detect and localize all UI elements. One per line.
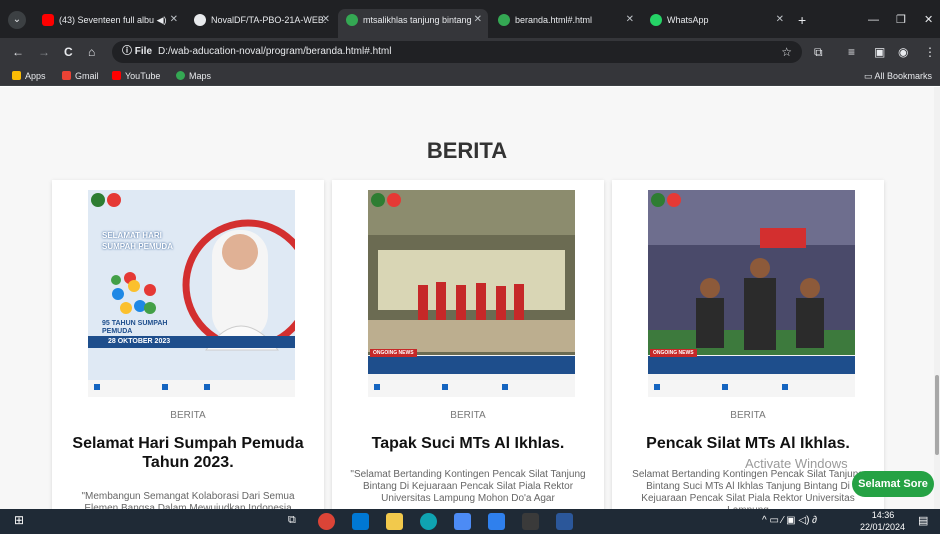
forward-button[interactable]: → [38,43,50,61]
section-title: BERITA [426,138,508,163]
news-image[interactable]: ONGOING NEWS [368,190,575,397]
file-explorer-icon[interactable] [386,513,403,530]
card-description: "Selamat Bertanding Kontingen Pencak Sil… [350,469,586,504]
tab-github[interactable]: NovalDF/TA-PBO-21A-WEB. ✕ [186,9,336,31]
tab-title: WhatsApp [667,15,709,25]
poster-subheading: 95 TAHUN SUMPAH PEMUDA [102,320,168,335]
notification-icon[interactable]: ▤ [918,514,928,527]
apps-icon [12,71,21,81]
bookmark-gmail[interactable]: Gmail [62,66,99,86]
folder-icon: ▭ [864,71,875,81]
youtube-icon [112,71,121,81]
windows-start-icon[interactable]: ⊞ [14,513,24,527]
card-title[interactable]: Pencak Silat MTs Al Ikhlas. [626,434,870,453]
back-button[interactable]: ← [12,43,24,61]
clock-date[interactable]: 22/01/2024 [860,522,905,532]
poster-date: 28 OKTOBER 2023 [108,338,171,345]
bookmark-apps[interactable]: Apps [12,66,46,86]
app-icon[interactable] [454,513,471,530]
url-text: D:/wab-aducation-noval/program/beranda.h… [158,46,392,57]
clock-time[interactable]: 14:36 [868,510,898,520]
pencak-silat-photo [648,190,855,397]
close-icon[interactable]: ✕ [170,9,178,31]
bookmark-label: Maps [189,71,212,81]
bookmark-star-icon[interactable]: ☆ [781,41,792,63]
tab-strip: ⌄ (43) Seventeen full albu ◀) ✕ NovalDF/… [0,0,940,38]
gmail-icon [62,71,71,81]
windows-taskbar: ⊞ ⧉ ^ ▭ ⁄ ▣ ◁) ∂ 14:36 22/01/2024 ▤ [0,509,940,534]
home-button[interactable]: ⌂ [88,43,95,61]
youtube-icon [42,13,54,26]
chrome-icon[interactable] [318,513,335,530]
bookmark-youtube[interactable]: YouTube [112,66,160,86]
tapak-suci-photo [368,190,575,397]
file-chip[interactable]: ⓘ File [122,46,152,57]
bookmarks-bar: Apps Gmail YouTube Maps ▭ All Bookmarks [0,66,940,86]
bookmark-label: YouTube [125,71,161,81]
news-card[interactable]: ONGOING NEWS BERITA Tapak Suci MTs Al Ik… [332,180,604,509]
sumpah-pemuda-poster [88,190,295,397]
bookmark-maps[interactable]: Maps [176,66,211,86]
github-icon [194,13,206,26]
address-bar[interactable]: ⓘ File D:/wab-aducation-noval/program/ber… [112,41,802,63]
speaker-icon: ◀) [156,15,167,25]
card-category: BERITA [730,410,766,421]
browser-toolbar: ← → C ⌂ ⓘ File D:/wab-aducation-noval/pro… [0,38,940,66]
tab-title: (43) Seventeen full albu [59,15,155,25]
task-view-icon[interactable]: ⧉ [288,514,296,527]
news-image[interactable]: ONGOING NEWS [648,190,855,397]
site-icon [346,13,358,26]
side-panel-icon[interactable]: ▣ [874,43,885,61]
terminal-icon[interactable] [522,513,539,530]
card-title[interactable]: Tapak Suci MTs Al Ikhlas. [346,434,590,453]
reading-list-icon[interactable]: ≡ [848,43,855,61]
close-icon[interactable]: ✕ [626,9,634,31]
activate-windows-watermark: Activate Windows [745,456,848,471]
close-icon[interactable]: ✕ [776,9,784,31]
poster-heading: SELAMAT HARI SUMPAH PEMUDA [102,231,173,251]
tab-whatsapp[interactable]: WhatsApp ✕ [642,9,790,31]
restore-button[interactable]: ❐ [896,9,906,31]
minimize-button[interactable]: — [868,9,879,31]
tab-title: mtsalikhlas tanjung bintang [363,15,472,25]
card-description: "Membangun Semangat Kolaborasi Dari Semu… [81,491,295,509]
bookmark-label: Gmail [75,71,99,81]
whatsapp-icon [650,13,662,26]
card-category: BERITA [450,410,486,421]
close-icon[interactable]: ✕ [322,9,330,31]
tab-title: NovalDF/TA-PBO-21A-WEB. [211,15,327,25]
card-title[interactable]: Selamat Hari Sumpah Pemuda Tahun 2023. [66,434,310,472]
site-icon [498,13,510,26]
news-card[interactable]: SELAMAT HARI SUMPAH PEMUDA 95 TAHUN SUMP… [52,180,324,509]
extensions-icon[interactable]: ⧉ [814,43,823,61]
all-bookmarks-button[interactable]: ▭ All Bookmarks [864,66,932,86]
card-description: Selamat Bertanding Kontingen Pencak Sila… [632,469,864,509]
tab-title: beranda.html#.html [515,15,593,25]
scrollbar-thumb[interactable] [935,375,939,455]
news-image[interactable]: SELAMAT HARI SUMPAH PEMUDA 95 TAHUN SUMP… [88,190,295,397]
profile-avatar[interactable]: ◉ [898,43,908,61]
tab-mtsalikhlas[interactable]: mtsalikhlas tanjung bintang ✕ [338,9,488,38]
system-tray[interactable]: ^ ▭ ⁄ ▣ ◁) ∂ [762,515,817,526]
maps-icon [176,71,185,81]
poster-badge: ONGOING NEWS [370,349,417,357]
store-icon[interactable] [352,513,369,530]
bookmark-label: Apps [25,71,46,81]
edge-icon[interactable] [420,513,437,530]
vscode-icon[interactable] [488,513,505,530]
page-viewport: BERITA SELAMAT HARI SUMPAH PEMUDA 95 TAH… [0,87,934,509]
bookmark-label: All Bookmarks [874,71,933,81]
poster-badge: ONGOING NEWS [650,349,697,357]
new-tab-button[interactable]: + [798,9,806,31]
close-icon[interactable]: ✕ [474,9,482,31]
menu-icon[interactable]: ⋮ [924,43,936,61]
word-icon[interactable] [556,513,573,530]
tab-search-button[interactable]: ⌄ [8,11,26,29]
card-category: BERITA [170,410,206,421]
greeting-button[interactable]: Selamat Sore [852,471,934,497]
reload-button[interactable]: C [64,43,73,61]
tab-beranda[interactable]: beranda.html#.html ✕ [490,9,640,31]
tab-youtube[interactable]: (43) Seventeen full albu ◀) ✕ [34,9,184,31]
close-window-button[interactable]: ✕ [924,9,933,31]
